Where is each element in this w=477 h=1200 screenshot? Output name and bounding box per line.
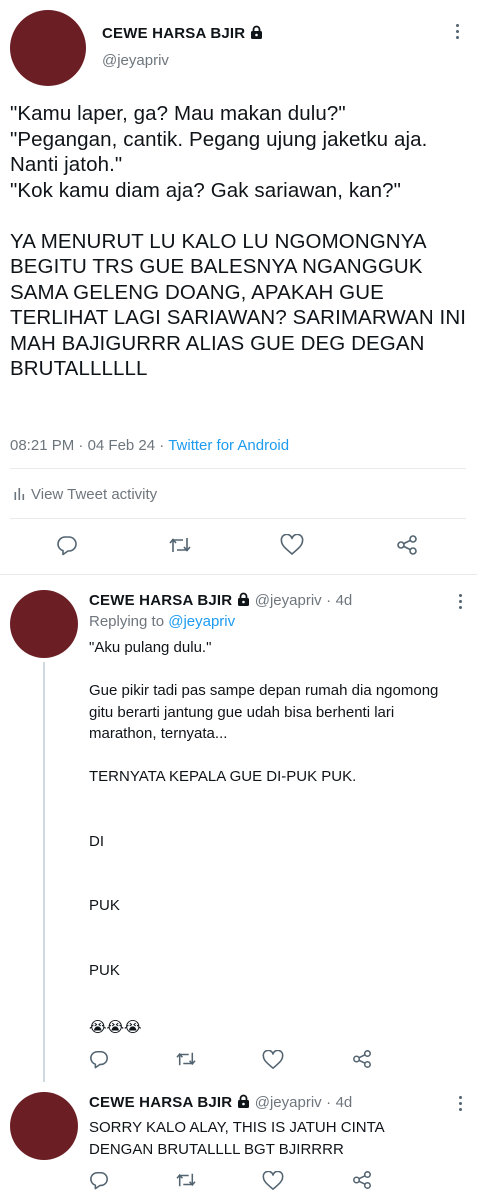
avatar[interactable] [10, 1092, 78, 1160]
reply-emoji: 😭😭😭 [89, 1019, 142, 1036]
meta-separator: · [78, 437, 84, 454]
reply-text: SORRY KALO ALAY, THIS IS JATUH CINTA DEN… [89, 1119, 388, 1158]
tweet-date: 04 Feb 24 [87, 437, 156, 454]
reply-icon[interactable] [56, 534, 78, 556]
reply-header: CEWE HARSA BJIR @jeyapriv · 4d [89, 1094, 352, 1114]
like-icon[interactable] [262, 1050, 284, 1070]
more-icon[interactable] [450, 594, 470, 614]
view-tweet-activity[interactable]: View Tweet activity [14, 486, 157, 504]
reply-icon[interactable] [89, 1170, 109, 1190]
tweet-text: "Kamu laper, ga? Mau makan dulu?" "Pegan… [10, 102, 467, 380]
lock-icon [250, 25, 263, 44]
avatar[interactable] [10, 590, 78, 658]
author-name[interactable]: CEWE HARSA BJIR [102, 25, 263, 44]
retweet-icon[interactable] [168, 535, 192, 555]
replying-to-link[interactable]: @jeyapriv [168, 613, 235, 630]
replying-to: Replying to @jeyapriv [89, 613, 235, 630]
divider [0, 574, 477, 575]
author-handle[interactable]: @jeyapriv [255, 592, 322, 609]
tweet-meta: 08:21 PM · 04 Feb 24 · Twitter for Andro… [10, 437, 289, 454]
share-icon[interactable] [352, 1049, 372, 1069]
share-icon[interactable] [396, 534, 418, 556]
meta-separator: · [159, 437, 165, 454]
reply-age[interactable]: 4d [336, 1094, 353, 1111]
author-name-text[interactable]: CEWE HARSA BJIR [89, 592, 232, 609]
view-tweet-activity-label[interactable]: View Tweet activity [31, 486, 157, 503]
tweet-source-link[interactable]: Twitter for Android [168, 437, 289, 454]
more-icon[interactable] [450, 1096, 470, 1116]
meta-separator: · [326, 592, 332, 609]
reply-text: "Aku pulang dulu." Gue pikir tadi pas sa… [89, 639, 439, 979]
activity-icon [14, 487, 26, 504]
reply-icon[interactable] [89, 1049, 109, 1069]
lock-icon [237, 592, 250, 612]
reply-header: CEWE HARSA BJIR @jeyapriv · 4d [89, 592, 352, 612]
retweet-icon[interactable] [175, 1171, 197, 1189]
more-icon[interactable] [447, 24, 467, 44]
author-handle[interactable]: @jeyapriv [102, 52, 169, 69]
reply-age[interactable]: 4d [336, 592, 353, 609]
share-icon[interactable] [352, 1170, 372, 1190]
author-handle[interactable]: @jeyapriv [255, 1094, 322, 1111]
author-name-text[interactable]: CEWE HARSA BJIR [102, 25, 245, 42]
divider [10, 518, 466, 519]
divider [10, 468, 466, 469]
author-name-text[interactable]: CEWE HARSA BJIR [89, 1094, 232, 1111]
retweet-icon[interactable] [175, 1050, 197, 1068]
tweet-time: 08:21 PM [10, 437, 75, 454]
avatar[interactable] [10, 10, 86, 86]
meta-separator: · [326, 1094, 332, 1111]
thread-line [43, 662, 45, 1082]
lock-icon [237, 1094, 250, 1114]
like-icon[interactable] [262, 1171, 284, 1191]
like-icon[interactable] [280, 534, 304, 556]
replying-prefix: Replying to [89, 613, 165, 630]
